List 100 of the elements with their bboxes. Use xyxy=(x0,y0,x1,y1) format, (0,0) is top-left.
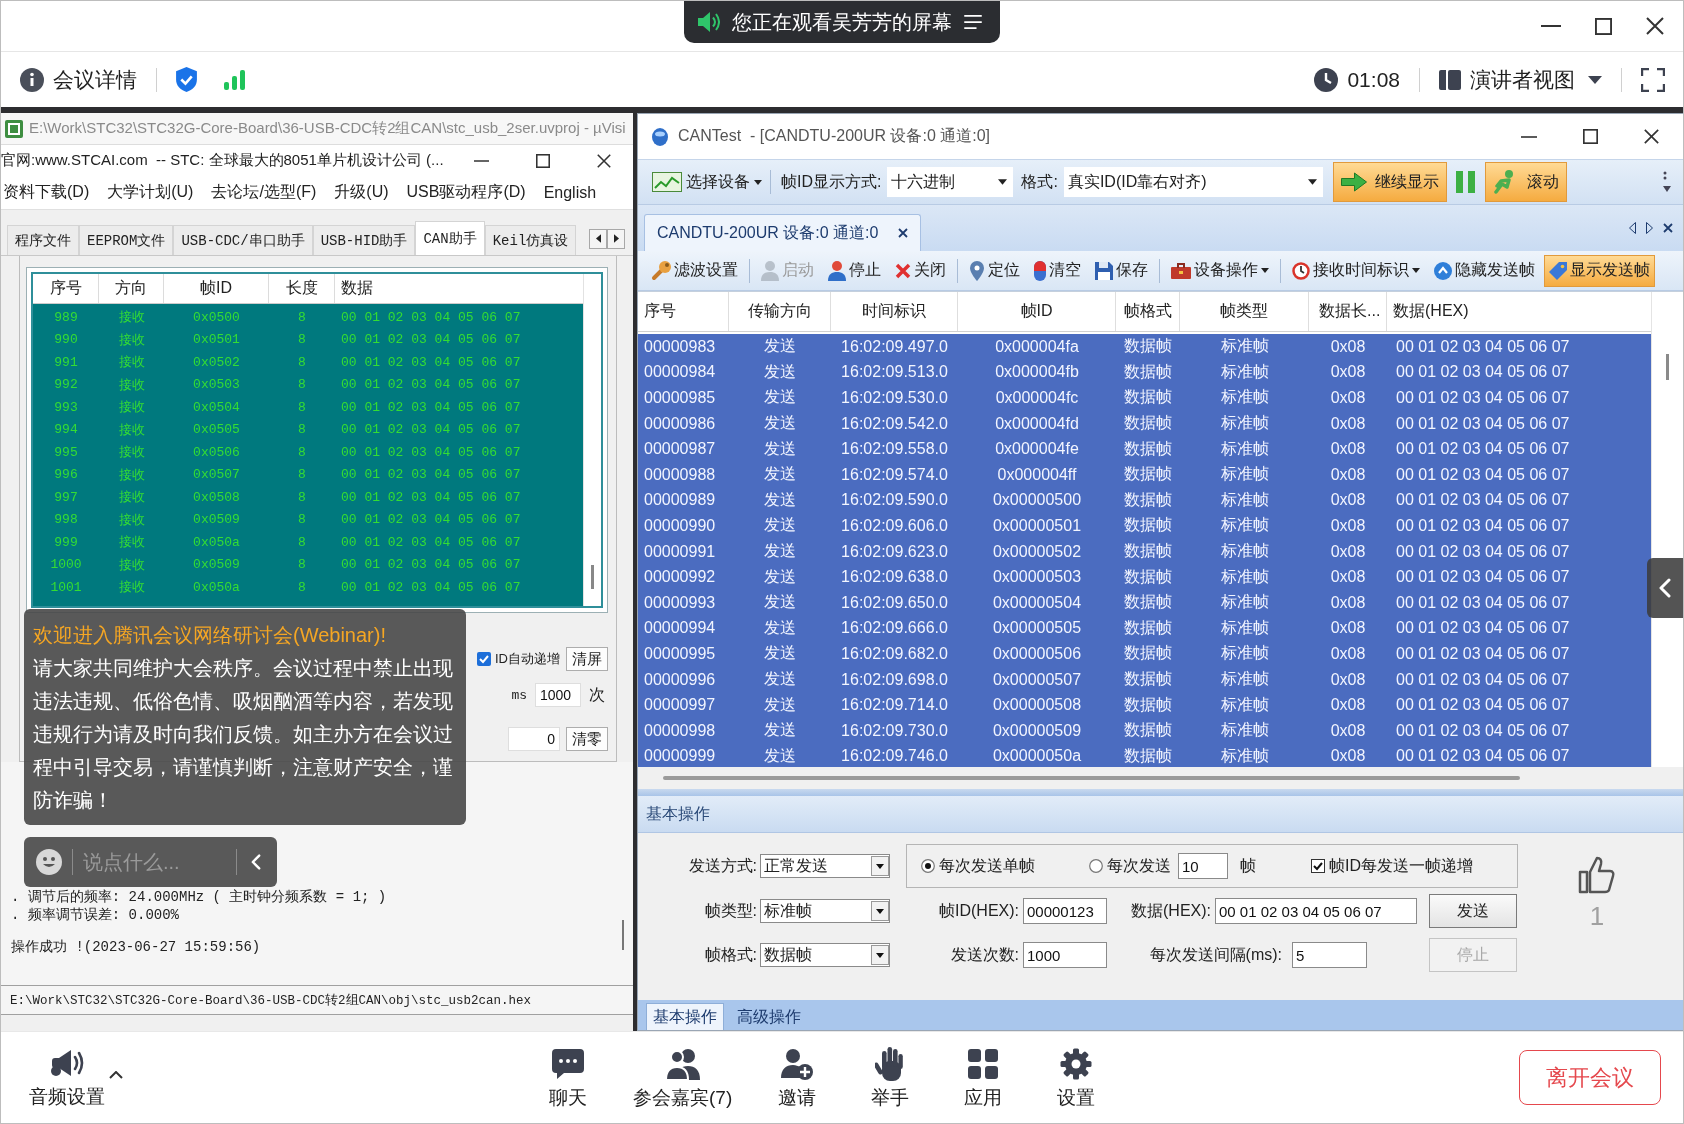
toolbar-button[interactable]: 显示发送帧 xyxy=(1544,254,1655,287)
toolbar-button[interactable]: 设备操作 xyxy=(1166,254,1274,287)
format-dropdown[interactable]: 真实ID(ID靠右对齐) xyxy=(1063,167,1323,197)
table-row[interactable]: 00000989 发送 16:02:09.590.0 0x00000500 数据帧 标准帧 0x08 00 01 02 03 04 05 06 07 xyxy=(638,487,1651,514)
menu-item[interactable]: English xyxy=(543,183,597,202)
toolbar-button[interactable]: 隐藏发送帧 xyxy=(1429,254,1540,287)
menu-item[interactable]: 大学计划(U) xyxy=(107,182,194,203)
minimize-icon[interactable] xyxy=(1521,135,1537,138)
close-icon[interactable] xyxy=(1646,17,1664,35)
column-header[interactable]: 数据长... xyxy=(1309,292,1387,331)
tab[interactable]: USB-HID助手 xyxy=(312,225,416,255)
frame-type-dropdown[interactable]: 标准帧 xyxy=(760,899,890,923)
tab[interactable]: 高级操作 xyxy=(730,1003,808,1030)
interval-field[interactable]: 5 xyxy=(1292,942,1367,968)
table-row[interactable]: 00000986 发送 16:02:09.542.0 0x000004fd 数据帧 标准帧 0x08 00 01 02 03 04 05 06 07 xyxy=(638,410,1651,437)
participants-button[interactable]: 参会嘉宾(7) xyxy=(633,1046,733,1109)
select-device-button[interactable]: 选择设备 xyxy=(652,166,762,198)
tab[interactable]: 基本操作 xyxy=(646,1003,724,1030)
smiley-icon[interactable] xyxy=(36,849,62,875)
column-header[interactable]: 帧ID xyxy=(958,292,1116,331)
menu-item[interactable]: 升级(U) xyxy=(334,182,389,203)
column-header[interactable]: 时间标识 xyxy=(831,292,958,331)
close-icon[interactable] xyxy=(1644,129,1659,144)
frame-format-dropdown[interactable]: 数据帧 xyxy=(760,943,890,967)
toolbar-button[interactable]: 保存 xyxy=(1090,254,1153,287)
tab[interactable]: CAN助手 xyxy=(415,221,485,255)
tab[interactable]: EEPROM文件 xyxy=(79,225,174,255)
maximize-icon[interactable] xyxy=(536,153,550,168)
column-header[interactable]: 数据(HEX) xyxy=(1387,292,1651,331)
maximize-icon[interactable] xyxy=(1595,17,1612,35)
overflow-icon[interactable] xyxy=(1663,171,1671,193)
column-header[interactable]: 方向 xyxy=(99,274,164,303)
meeting-info-button[interactable]: 会议详情 xyxy=(20,65,137,94)
chat-input-bar[interactable]: 说点什么... xyxy=(24,837,277,887)
document-tab[interactable]: CANDTU-200UR 设备:0 通道:0 xyxy=(644,214,922,251)
chat-button[interactable]: 聊天 xyxy=(540,1046,596,1109)
table-row[interactable]: 00000995 发送 16:02:09.682.0 0x00000506 数据帧 标准帧 0x08 00 01 02 03 04 05 06 07 xyxy=(638,641,1651,667)
apps-button[interactable]: 应用 xyxy=(955,1046,1012,1109)
fullscreen-icon[interactable] xyxy=(1641,67,1665,92)
send-mode-dropdown[interactable]: 正常发送 xyxy=(760,854,890,878)
checkbox[interactable] xyxy=(1311,859,1325,873)
shield-icon[interactable] xyxy=(176,67,197,92)
tab[interactable]: Keil仿真设 xyxy=(484,225,577,255)
toolbar-button[interactable]: 滤波设置 xyxy=(646,254,743,287)
table-row[interactable]: 00000996 发送 16:02:09.698.0 0x00000507 数据帧 标准帧 0x08 00 01 02 03 04 05 06 07 xyxy=(638,666,1651,693)
settings-button[interactable]: 设置 xyxy=(1048,1046,1105,1109)
column-header[interactable]: 帧格式 xyxy=(1116,292,1180,331)
thumbs-up-icon[interactable] xyxy=(1577,855,1617,895)
scroll-right-button[interactable] xyxy=(607,228,625,249)
clear-button[interactable]: 清屏 xyxy=(566,647,608,671)
counter-field[interactable]: 0 xyxy=(508,727,560,751)
tab[interactable]: USB-CDC/串口助手 xyxy=(173,225,313,255)
radio-button[interactable] xyxy=(1089,859,1103,873)
resume-display-button[interactable]: 继续显示 xyxy=(1332,162,1447,202)
minimize-icon[interactable] xyxy=(474,159,489,162)
column-header[interactable]: 帧ID xyxy=(164,274,269,303)
count-field[interactable]: 1000 xyxy=(535,683,581,707)
table-row[interactable]: 00000983 发送 16:02:09.497.0 0x000004fa 数据帧 标准帧 0x08 00 01 02 03 04 05 06 07 xyxy=(638,334,1651,360)
collapse-button[interactable] xyxy=(1647,558,1683,618)
send-count-field[interactable]: 1000 xyxy=(1023,942,1107,968)
id-display-dropdown[interactable]: 十六进制 xyxy=(887,167,1014,197)
column-header[interactable]: 序号 xyxy=(33,274,99,303)
toolbar-button[interactable]: 接收时间标识 xyxy=(1287,254,1425,287)
data-field[interactable]: 00 01 02 03 04 05 06 07 xyxy=(1215,898,1417,924)
menu-item[interactable]: USB驱动程序(D) xyxy=(406,182,526,203)
audio-settings-button[interactable]: 音频设置 xyxy=(29,1047,105,1108)
chat-input-field[interactable]: 说点什么... xyxy=(83,846,226,878)
toolbar-button[interactable]: 关闭 xyxy=(890,254,951,287)
arrow-right-icon[interactable] xyxy=(1646,222,1653,234)
arrow-left-icon[interactable] xyxy=(1629,222,1636,234)
table-row[interactable]: 00000988 发送 16:02:09.574.0 0x000004ff 数据帧 标准帧 0x08 00 01 02 03 04 05 06 07 xyxy=(638,461,1651,488)
close-icon[interactable] xyxy=(597,153,611,168)
reset-button[interactable]: 清零 xyxy=(566,727,608,751)
frame-count-field[interactable]: 10 xyxy=(1178,853,1228,879)
checkbox[interactable] xyxy=(477,652,491,666)
column-header[interactable]: 数据 xyxy=(335,274,583,303)
table-row[interactable]: 00000991 发送 16:02:09.623.0 0x00000502 数据帧 标准帧 0x08 00 01 02 03 04 05 06 07 xyxy=(638,538,1651,565)
frame-id-field[interactable]: 00000123 xyxy=(1023,898,1107,924)
close-icon[interactable] xyxy=(1663,223,1673,233)
column-header[interactable]: 帧类型 xyxy=(1180,292,1309,331)
table-row[interactable]: 00000987 发送 16:02:09.558.0 0x000004fe 数据帧 标准帧 0x08 00 01 02 03 04 05 06 07 xyxy=(638,436,1651,462)
toolbar-button[interactable]: 清空 xyxy=(1029,254,1086,287)
raise-hand-button[interactable]: 举手 xyxy=(862,1046,919,1109)
column-header[interactable]: 序号 xyxy=(638,292,729,331)
menu-item[interactable]: 资料下载(D) xyxy=(3,182,90,203)
table-row[interactable]: 00000985 发送 16:02:09.530.0 0x000004fc 数据帧 标准帧 0x08 00 01 02 03 04 05 06 07 xyxy=(638,385,1651,411)
menu-icon[interactable] xyxy=(964,15,982,29)
invite-button[interactable]: 邀请 xyxy=(769,1046,826,1109)
leave-button[interactable]: 离开会议 xyxy=(1519,1050,1661,1105)
radio-button[interactable] xyxy=(921,859,935,873)
table-row[interactable]: 00000997 发送 16:02:09.714.0 0x00000508 数据帧 标准帧 0x08 00 01 02 03 04 05 06 07 xyxy=(638,692,1651,718)
scrollbar-thumb[interactable] xyxy=(622,920,624,950)
scroll-left-button[interactable] xyxy=(589,228,607,249)
view-mode-button[interactable]: 演讲者视图 xyxy=(1439,65,1602,94)
table-row[interactable]: 00000998 发送 16:02:09.730.0 0x00000509 数据帧 标准帧 0x08 00 01 02 03 04 05 06 07 xyxy=(638,717,1651,744)
send-button[interactable]: 发送 xyxy=(1429,894,1517,928)
scrollbar-thumb[interactable] xyxy=(591,565,594,589)
chevron-left-icon[interactable] xyxy=(251,854,261,870)
scrollbar-thumb[interactable] xyxy=(1666,354,1669,380)
column-header[interactable]: 长度 xyxy=(269,274,335,303)
